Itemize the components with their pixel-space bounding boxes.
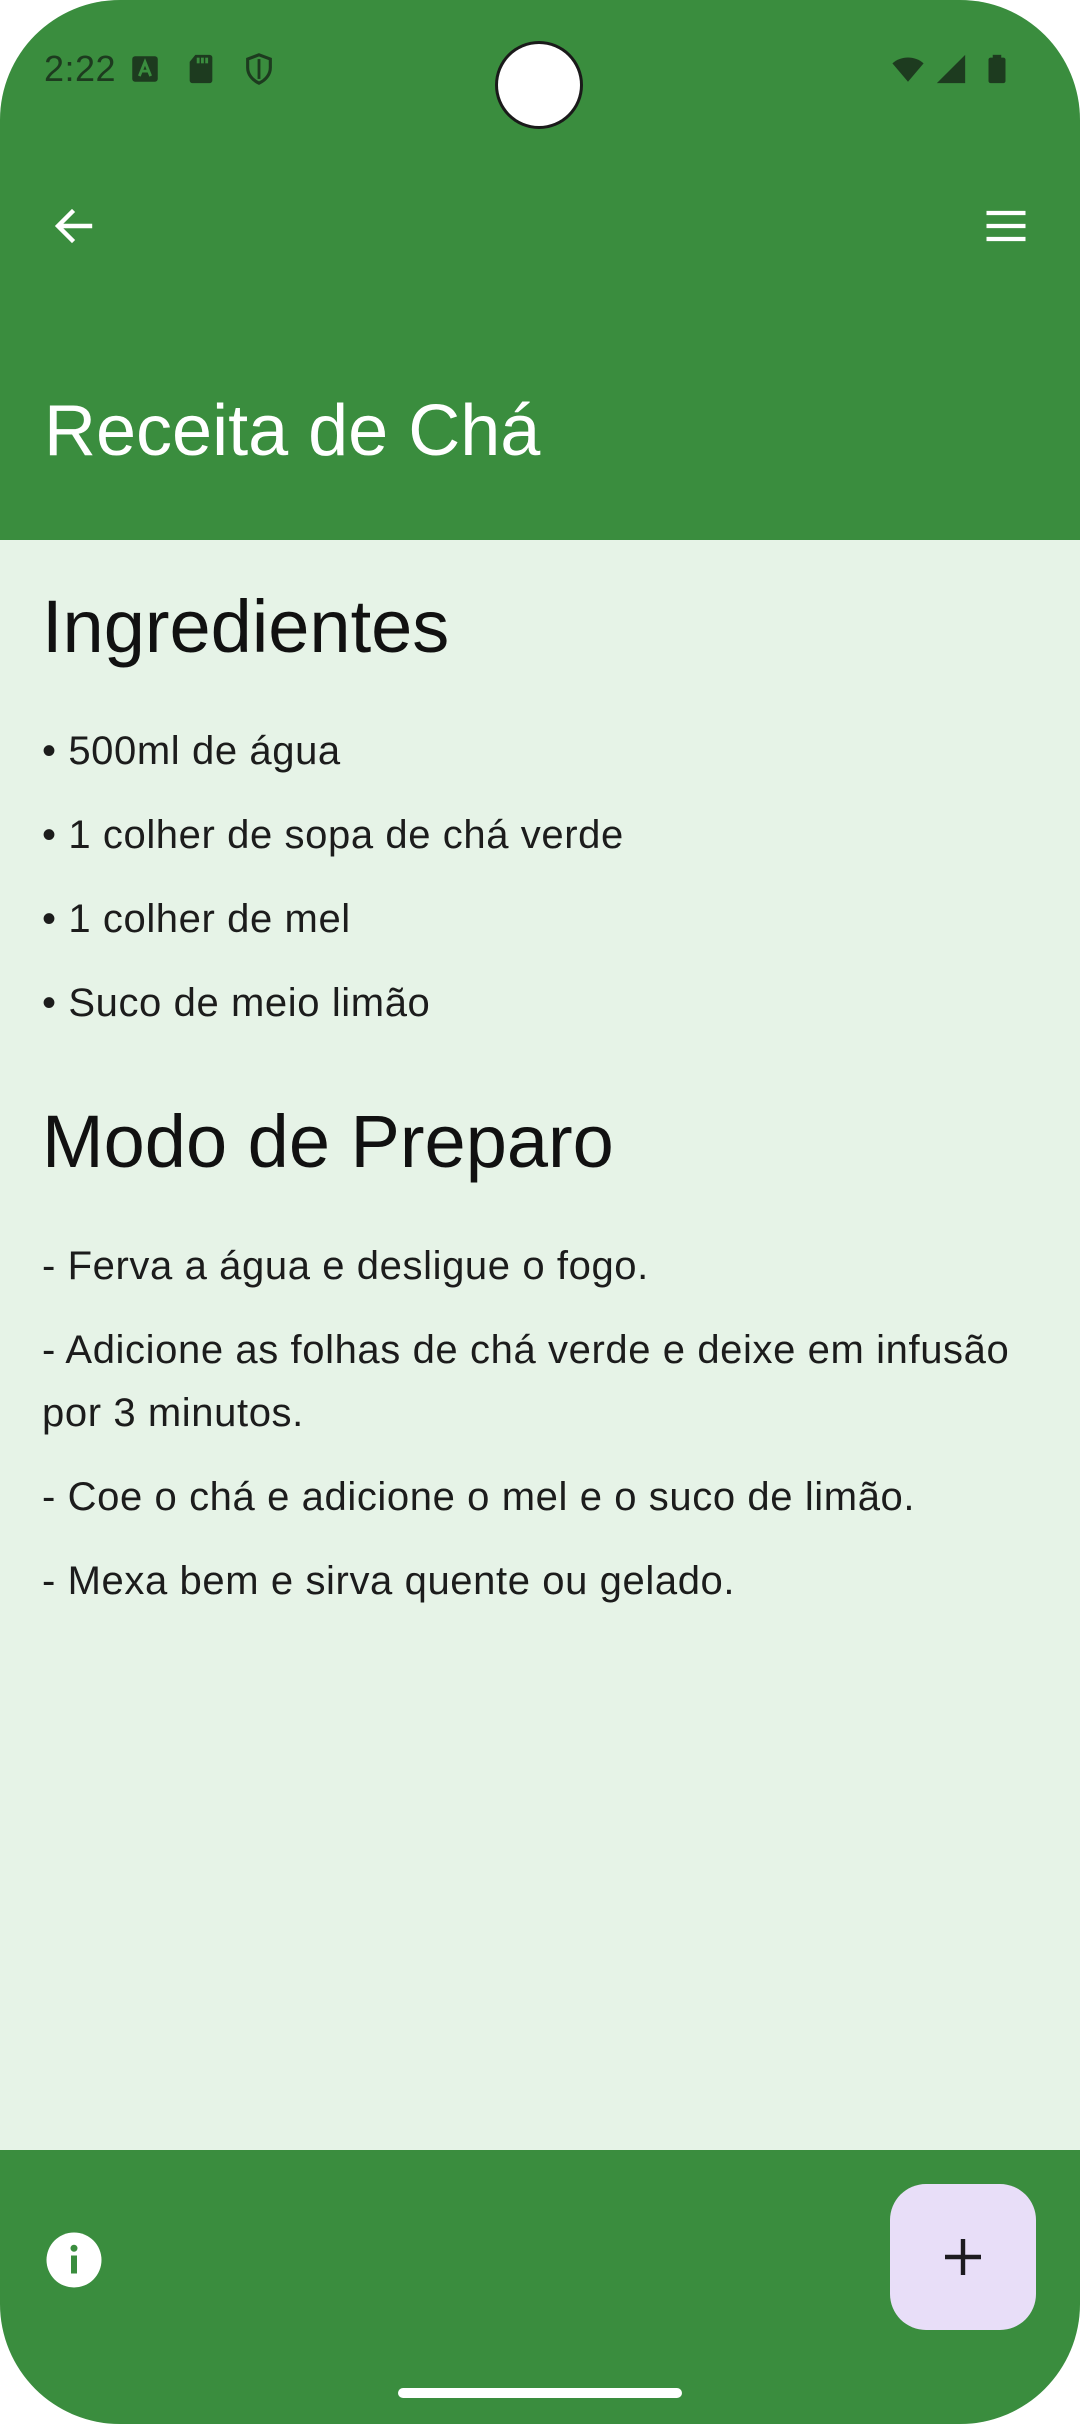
ingredient-item: • 1 colher de mel: [42, 897, 351, 941]
add-button[interactable]: [890, 2184, 1036, 2330]
top-app-bar: 2:22 Receita de Chá: [0, 0, 1080, 540]
bottom-app-bar: [0, 2150, 1080, 2424]
ingredient-item: • Suco de meio limão: [42, 981, 431, 1025]
back-button[interactable]: [38, 190, 110, 262]
ingredients-heading: Ingredientes: [42, 585, 450, 668]
preparation-step: por 3 minutos.: [42, 1391, 304, 1435]
preparation-step: - Mexa bem e sirva quente ou gelado.: [42, 1559, 736, 1603]
sd-card-icon: [189, 54, 213, 84]
arrow-left-icon: [54, 208, 93, 244]
shield-icon: [246, 53, 272, 85]
preparation-step: - Coe o chá e adicione o mel e o suco de…: [42, 1475, 916, 1519]
menu-button[interactable]: [970, 190, 1042, 262]
home-indicator[interactable]: [398, 2388, 682, 2398]
info-button[interactable]: [44, 2230, 104, 2290]
info-icon: [46, 2232, 102, 2288]
ingredient-item: • 500ml de água: [42, 729, 341, 773]
battery-icon: [988, 54, 1006, 84]
text-a-icon: [132, 56, 158, 82]
wifi-icon: [892, 57, 924, 82]
camera-cutout: [498, 44, 580, 126]
status-time: 2:22: [44, 48, 117, 89]
page-title: Receita de Chá: [44, 391, 541, 471]
screen: 2:22 Receita de Chá Ingredientes • 500ml…: [0, 0, 1080, 2424]
preparation-heading: Modo de Preparo: [42, 1100, 614, 1183]
preparation-step: - Adicione as folhas de chá verde e deix…: [42, 1328, 1010, 1372]
recipe-content: Ingredientes • 500ml de água • 1 colher …: [0, 540, 1080, 2150]
ingredient-item: • 1 colher de sopa de chá verde: [42, 813, 624, 857]
hamburger-menu-icon: [986, 210, 1026, 242]
plus-icon: [945, 2239, 981, 2275]
signal-icon: [936, 54, 966, 84]
preparation-step: - Ferva a água e desligue o fogo.: [42, 1244, 649, 1288]
